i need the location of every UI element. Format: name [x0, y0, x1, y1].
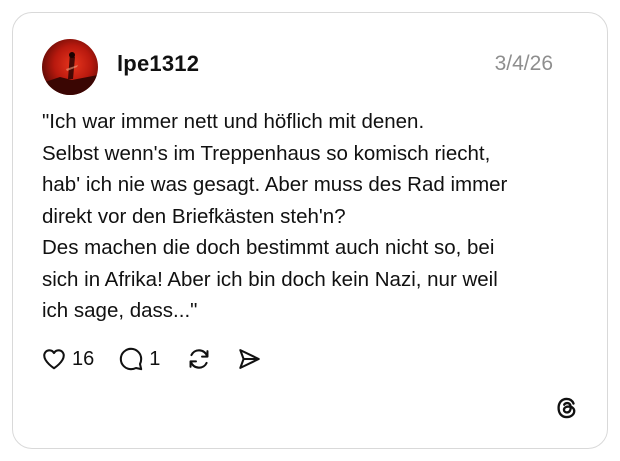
- send-icon: [239, 349, 261, 369]
- post-text-line: Des machen die doch bestimmt auch nicht …: [42, 236, 495, 259]
- like-count: 16: [72, 347, 95, 370]
- post-card: lpe1312 3/4/26 "Ich war immer nett und h…: [12, 12, 608, 449]
- like-button[interactable]: 16: [41, 346, 94, 372]
- reply-button[interactable]: 1: [118, 346, 160, 372]
- share-button[interactable]: [236, 346, 262, 372]
- post-text-line: Selbst wenn's im Treppenhaus so komisch …: [42, 141, 491, 165]
- repost-button[interactable]: [186, 346, 212, 372]
- threads-logo-icon[interactable]: [553, 394, 581, 422]
- post-text: "Ich war immer nett und höflich mit dene…: [42, 106, 582, 327]
- repost-icon: [189, 349, 209, 369]
- username[interactable]: lpe1312: [117, 51, 199, 77]
- avatar-image: [42, 39, 98, 95]
- reply-count: 1: [149, 347, 161, 370]
- post-text-line: direkt vor den Briefkästen steh'n?: [42, 204, 346, 228]
- post-text-line: ich sage, dass...": [42, 299, 198, 322]
- comment-icon: [120, 347, 143, 371]
- heart-icon: [43, 349, 65, 370]
- post-text-line: hab' ich nie was gesagt. Aber muss des R…: [42, 173, 508, 196]
- action-bar: 16 1: [41, 343, 262, 375]
- post-date: 3/4/26: [494, 52, 553, 75]
- avatar[interactable]: [42, 39, 98, 95]
- threads-logo-shape: [557, 397, 576, 419]
- post-text-line: "Ich war immer nett und höflich mit dene…: [42, 110, 425, 133]
- post-text-line: sich in Afrika! Aber ich bin doch kein N…: [42, 267, 498, 291]
